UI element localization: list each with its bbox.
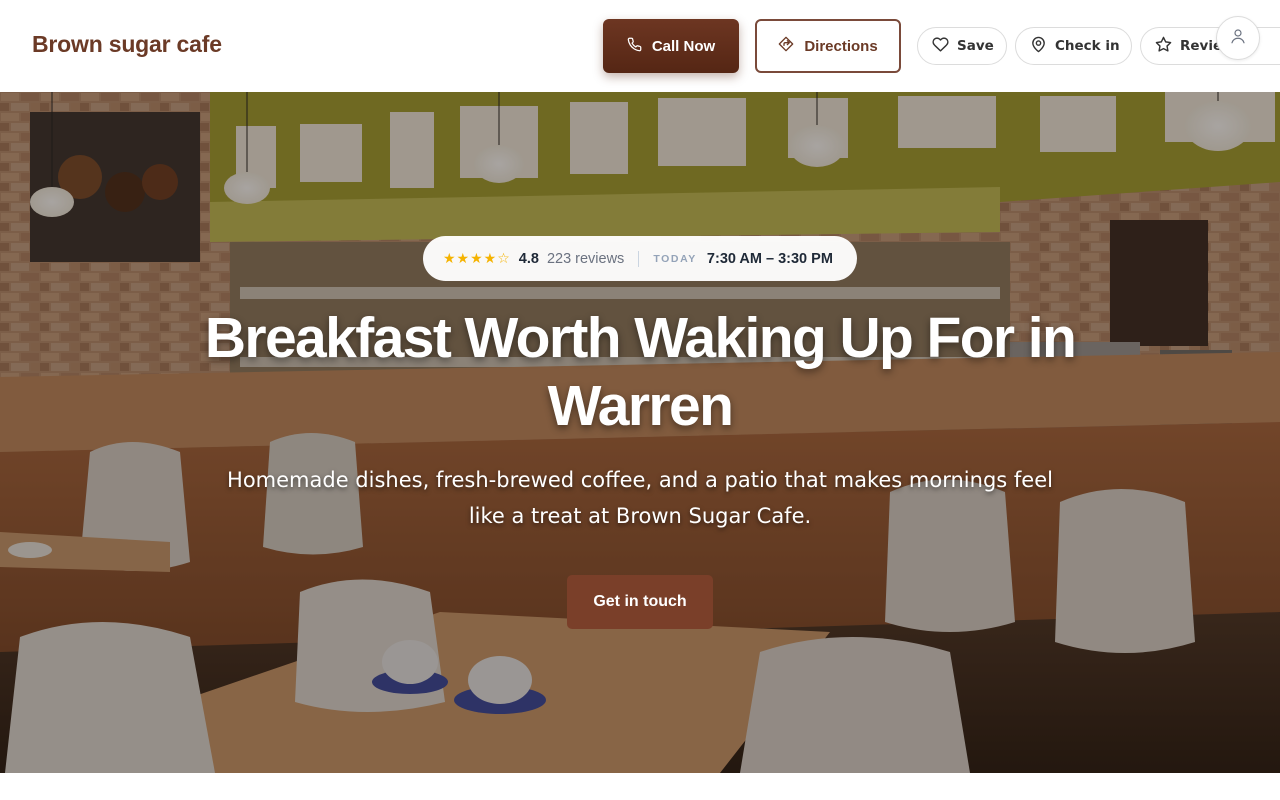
star-icon: [1155, 36, 1172, 57]
save-label: Save: [957, 38, 994, 54]
rating-value: 4.8: [518, 250, 539, 267]
hero-subheadline: Homemade dishes, fresh-brewed coffee, an…: [227, 468, 1053, 528]
call-now-label: Call Now: [651, 37, 716, 55]
call-now-button[interactable]: Call Now: [603, 19, 739, 73]
site-header: Brown sugar cafe Call Now Directions Sav…: [0, 0, 1280, 92]
rating-hours-badge: ★★★★☆ 4.8 223 reviews TODAY 7:30 AM – 3:…: [423, 236, 857, 281]
directions-button[interactable]: Directions: [755, 19, 901, 73]
phone-icon: [627, 37, 642, 56]
location-pin-icon: [1030, 36, 1047, 57]
badge-divider: [638, 250, 640, 267]
account-button[interactable]: [1216, 16, 1260, 60]
rating-stars-icon: ★★★★☆: [443, 250, 511, 266]
directions-icon: [778, 36, 794, 56]
opening-hours: 7:30 AM – 3:30 PM: [706, 250, 833, 267]
heart-icon: [932, 36, 949, 57]
check-in-button[interactable]: Check in: [1015, 27, 1132, 65]
directions-label: Directions: [804, 37, 878, 55]
review-count[interactable]: 223 reviews: [547, 251, 624, 267]
user-icon: [1229, 27, 1247, 50]
today-label: TODAY: [653, 252, 697, 265]
hero-headline: Breakfast Worth Waking Up For in Warren: [204, 306, 1077, 438]
hero-section: ★★★★☆ 4.8 223 reviews TODAY 7:30 AM – 3:…: [0, 92, 1280, 773]
brand-name[interactable]: Brown sugar cafe: [32, 31, 222, 58]
get-in-touch-button[interactable]: Get in touch: [567, 575, 713, 629]
save-button[interactable]: Save: [917, 27, 1007, 65]
check-in-label: Check in: [1055, 38, 1120, 54]
